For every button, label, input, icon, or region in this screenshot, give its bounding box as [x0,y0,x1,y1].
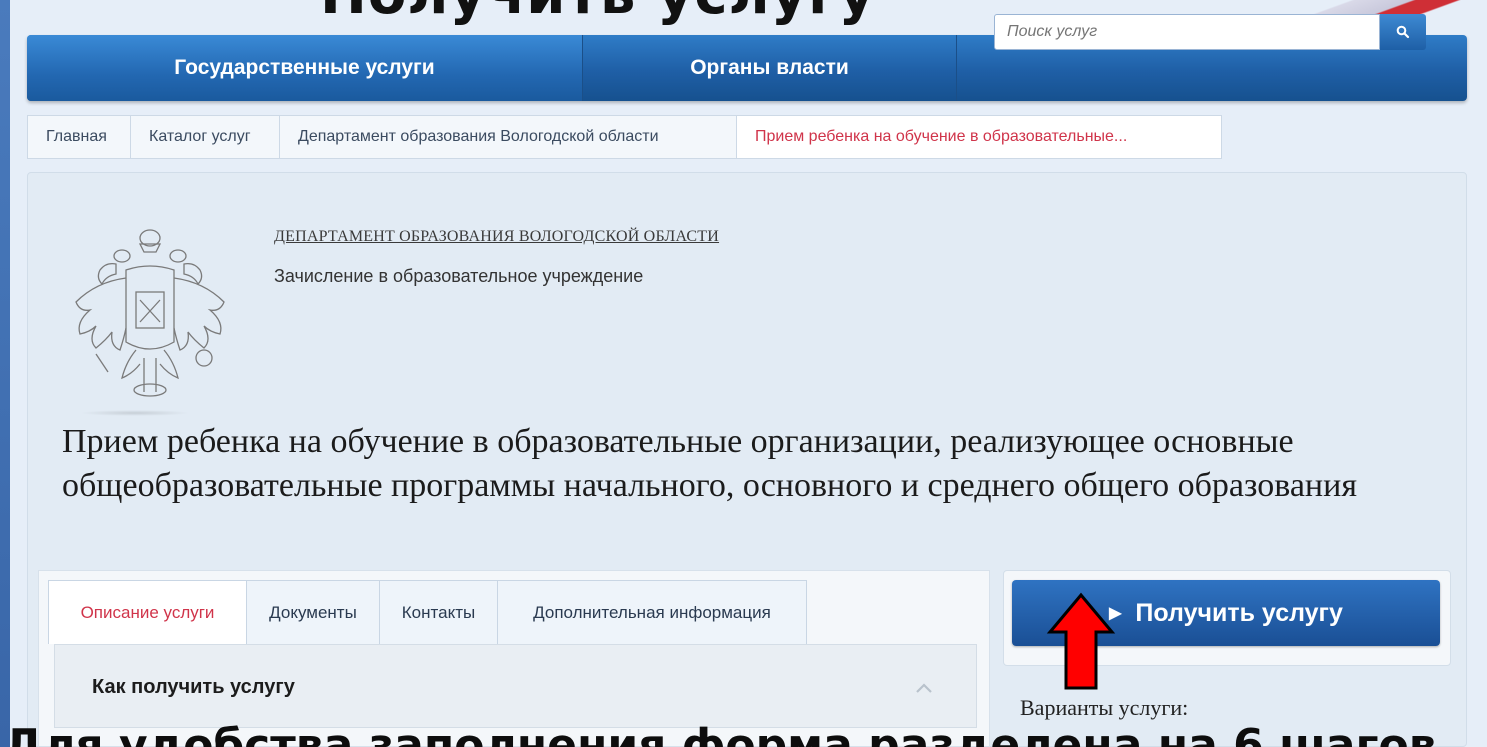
service-title: Прием ребенка на обучение в образователь… [62,423,1357,504]
search-field[interactable] [994,14,1380,50]
slide-bottom-caption: Для удобства заполнения форма разделена … [0,722,1487,747]
breadcrumb-item-current: Прием ребенка на обучение в образователь… [736,115,1222,159]
service-variants-label: Варианты услуги: [1020,695,1189,720]
search-input[interactable] [995,15,1379,49]
breadcrumb-item-home[interactable]: Главная [27,115,131,159]
nav-tab-authorities[interactable]: Органы власти [582,35,957,101]
breadcrumb: Главная Каталог услуг Департамент образо… [27,115,1222,159]
tab-description[interactable]: Описание услуги [48,580,247,644]
slide-bottom-caption-text: Для удобства заполнения форма разделена … [4,722,1437,747]
service-tabs: Описание услуги Документы Контакты Допол… [48,580,807,644]
search-button[interactable] [1380,14,1426,50]
red-pointer-arrow-icon [1046,592,1116,690]
tab-contacts[interactable]: Контакты [379,580,498,644]
accordion-title: Как получить услугу [92,676,295,698]
get-service-label: Получить услугу [1135,598,1343,627]
coat-of-arms-icon [75,229,225,397]
tab-additional-info[interactable]: Дополнительная информация [497,580,807,644]
nav-tab-services[interactable]: Государственные услуги [27,35,582,101]
breadcrumb-item-catalog[interactable]: Каталог услуг [130,115,280,159]
slide-top-title: Получить услугу [320,0,876,27]
tab-documents[interactable]: Документы [246,580,380,644]
department-subtitle: Зачисление в образовательное учреждение [274,266,644,286]
search-icon [1396,25,1410,39]
chevron-up-icon[interactable] [914,682,934,694]
breadcrumb-item-department[interactable]: Департамент образования Вологодской обла… [279,115,737,159]
emblem-shadow [80,410,190,416]
department-link[interactable]: ДЕПАРТАМЕНТ ОБРАЗОВАНИЯ ВОЛОГОДСКОЙ ОБЛА… [274,228,719,246]
